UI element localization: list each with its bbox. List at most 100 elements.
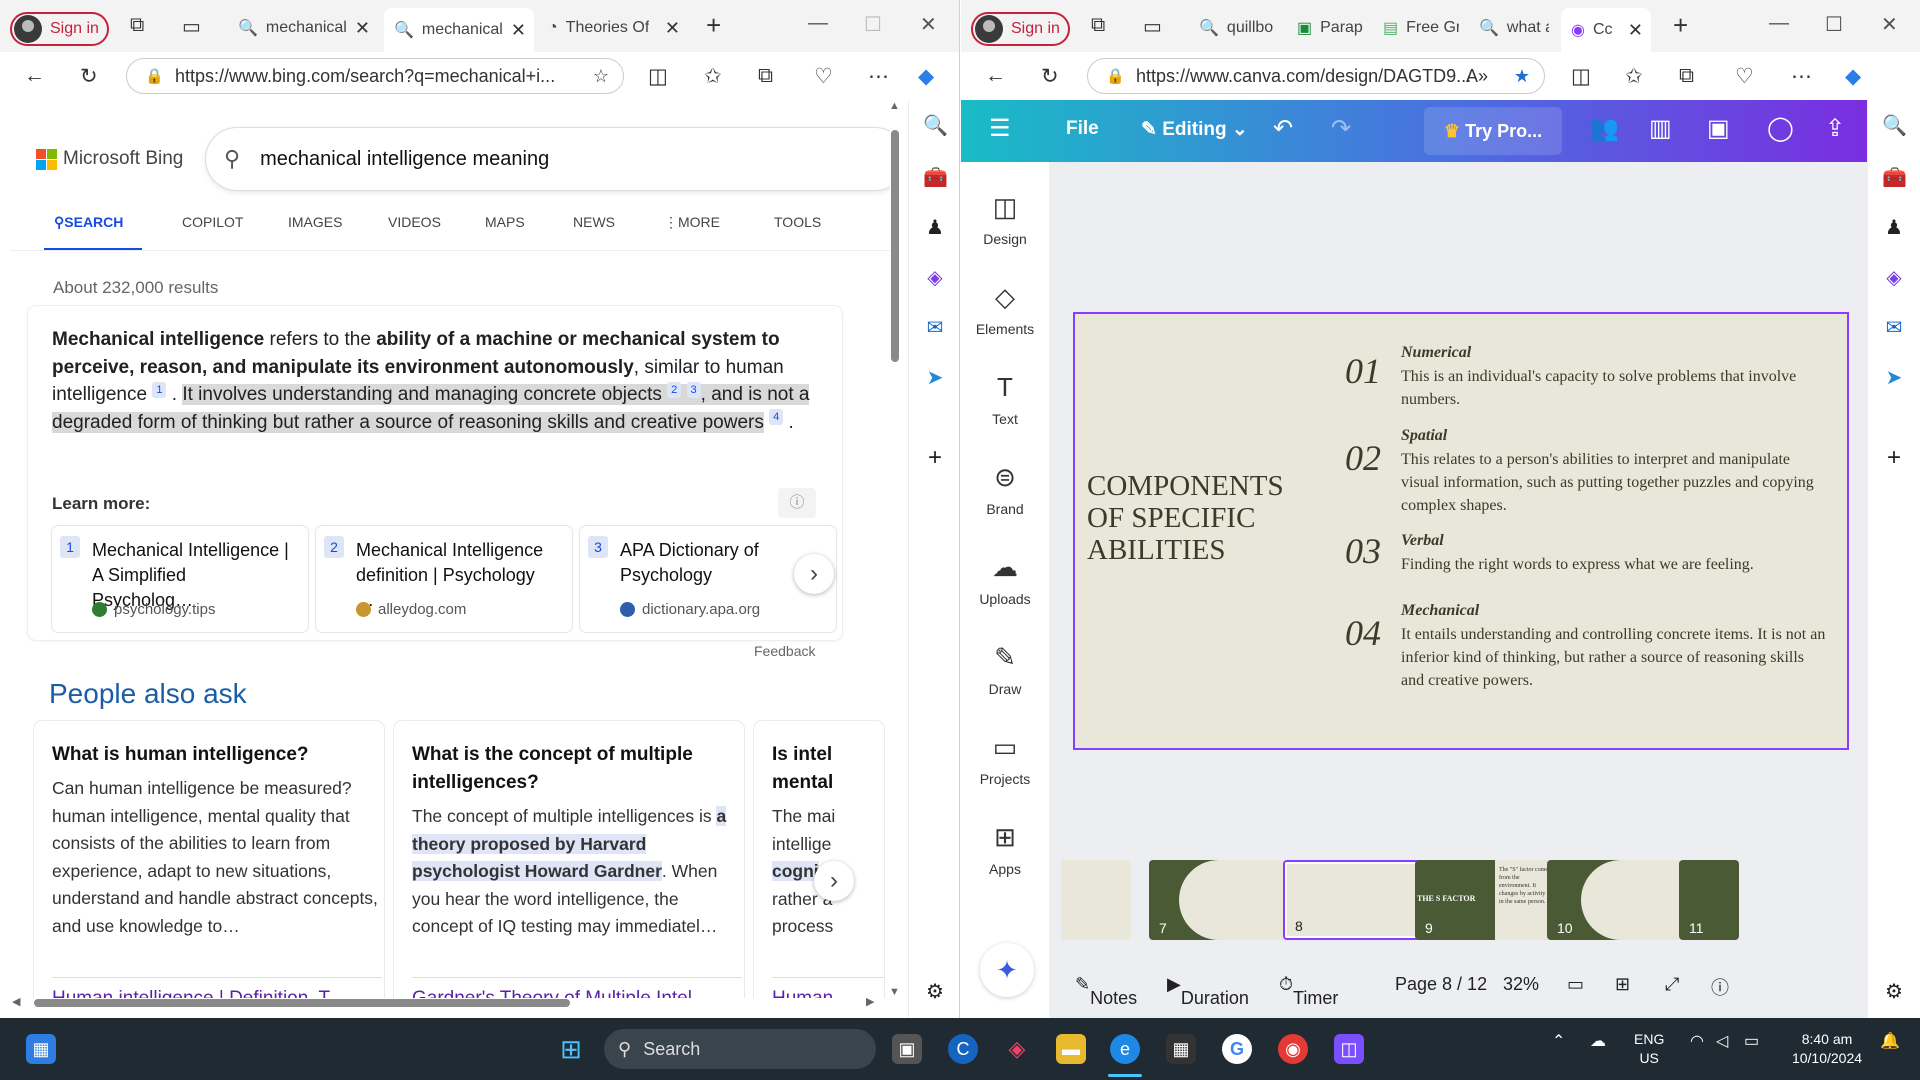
split-screen-icon[interactable]: ◫ — [648, 64, 668, 89]
side-text[interactable]: T Text — [961, 372, 1049, 427]
tab-bing-1[interactable]: 🔍 mechanical ✕ — [228, 10, 378, 46]
undo-icon[interactable]: ↶ — [1273, 114, 1293, 143]
search-icon[interactable]: 🔍 — [923, 114, 948, 138]
split-screen-icon[interactable]: ◫ — [1571, 64, 1591, 89]
microsoft365-icon[interactable]: ◈ — [923, 266, 947, 290]
back-icon[interactable]: ← — [24, 64, 45, 88]
new-tab-icon[interactable]: + — [1673, 10, 1688, 41]
games-icon[interactable]: ♟ — [923, 216, 947, 240]
m365-copilot-icon[interactable]: ◈ — [1002, 1034, 1032, 1064]
minimize-icon[interactable]: — — [808, 12, 828, 35]
try-pro-button[interactable]: ♛ Try Pro... — [1424, 107, 1562, 155]
workspaces-icon[interactable]: ⧉ — [130, 14, 144, 37]
edge-taskbar-icon[interactable]: e — [1110, 1034, 1140, 1064]
task-view-icon[interactable]: ▣ — [892, 1034, 922, 1064]
chrome-icon[interactable]: ◉ — [1278, 1034, 1308, 1064]
tab-paraphrase[interactable]: ▣Paraphr — [1287, 10, 1373, 46]
fullscreen-icon[interactable]: ⤢ — [1665, 974, 1679, 995]
workspaces-icon[interactable]: ⧉ — [1091, 14, 1105, 37]
sign-in-button[interactable]: Sign in — [971, 12, 1070, 46]
volume-icon[interactable]: ◁ — [1716, 1032, 1728, 1051]
timer-button[interactable]: ⏱ Timer — [1279, 974, 1338, 1008]
comment-icon[interactable]: ◯ — [1767, 114, 1794, 143]
tab-free-grammar[interactable]: ▤ Free Gr — [1373, 10, 1469, 46]
page-view-icon[interactable]: ▭ — [1567, 974, 1584, 995]
nav-search[interactable]: ⚲ SEARCH — [54, 214, 123, 231]
tab-actions-icon[interactable]: ▭ — [1143, 14, 1162, 39]
notification-bell-icon[interactable]: 🔔 — [1880, 1032, 1900, 1051]
source-card[interactable]: 1 Mechanical Intelligence | A Simplified … — [52, 526, 308, 632]
maximize-icon[interactable]: ☐ — [1825, 12, 1843, 37]
outlook-icon[interactable]: ✉ — [1882, 316, 1906, 340]
minimize-icon[interactable]: — — [1769, 12, 1789, 35]
citation[interactable]: 4 — [769, 409, 784, 426]
microsoft365-icon[interactable]: ◈ — [1882, 266, 1906, 290]
taskbar-search[interactable]: ⚲ Search — [604, 1029, 876, 1069]
sign-in-button[interactable]: Sign in — [10, 12, 109, 46]
tab-theories[interactable]: ◔ Theories Of ✕ — [538, 10, 688, 46]
more-icon[interactable]: ⋯ — [1791, 64, 1812, 89]
side-elements[interactable]: ◇ Elements — [961, 282, 1049, 337]
close-icon[interactable]: ✕ — [355, 18, 370, 39]
search-box[interactable]: ⚲ mechanical intelligence meaning — [206, 128, 890, 190]
favorite-star-icon[interactable]: ☆ — [593, 66, 609, 87]
settings-gear-icon[interactable]: ⚙ — [1882, 980, 1906, 1004]
close-icon[interactable]: ✕ — [1628, 20, 1643, 41]
page-thumbnail-current[interactable]: 8 — [1283, 860, 1423, 940]
chevron-right-icon[interactable]: › — [814, 861, 854, 901]
present-icon[interactable]: ▣ — [1707, 114, 1730, 143]
close-icon[interactable]: ✕ — [511, 20, 526, 41]
outlook-icon[interactable]: ✉ — [923, 316, 947, 340]
collections-icon[interactable]: ⧉ — [1679, 64, 1694, 88]
copilot-icon[interactable]: ◆ — [1845, 64, 1861, 89]
more-icon[interactable]: ⋯ — [868, 64, 889, 89]
google-icon[interactable]: G — [1222, 1034, 1252, 1064]
share-people-icon[interactable]: 👥 — [1589, 114, 1619, 143]
side-apps[interactable]: ⊞ Apps — [961, 822, 1049, 877]
back-icon[interactable]: ← — [985, 64, 1006, 88]
chevron-right-icon[interactable]: › — [794, 554, 834, 594]
vertical-scrollbar[interactable]: ▲ ▼ — [888, 100, 902, 998]
help-icon[interactable]: ⓘ — [1711, 974, 1729, 1000]
nav-copilot[interactable]: COPILOT — [182, 214, 243, 230]
slide-title[interactable]: COMPONENTS OF SPECIFIC ABILITIES — [1087, 470, 1287, 566]
file-menu[interactable]: File — [1066, 118, 1099, 140]
clock[interactable]: 8:40 am 10/10/2024 — [1786, 1030, 1868, 1068]
insights-chart-icon[interactable]: ▥ — [1649, 114, 1672, 143]
citation[interactable]: 1 — [152, 381, 167, 398]
close-icon[interactable]: ✕ — [665, 18, 680, 39]
page-indicator[interactable]: Page 8 / 12 — [1395, 974, 1487, 995]
notes-button[interactable]: ✎ Notes — [1075, 974, 1137, 1008]
tab-quillbot[interactable]: 🔍 quillbo — [1189, 10, 1287, 46]
side-design[interactable]: ◫ Design — [961, 192, 1049, 247]
magic-sparkle-icon[interactable]: ✦ — [980, 943, 1034, 997]
side-draw[interactable]: ✎ Draw — [961, 642, 1049, 697]
onedrive-icon[interactable]: ☁ — [1590, 1032, 1606, 1051]
new-tab-icon[interactable]: + — [706, 10, 721, 41]
duration-button[interactable]: ▶ Duration — [1167, 974, 1249, 1008]
paa-card[interactable]: What is the concept of multiple intellig… — [394, 721, 744, 998]
side-projects[interactable]: ▭ Projects — [961, 732, 1049, 787]
side-uploads[interactable]: ☁ Uploads — [961, 552, 1049, 607]
tab-what-are[interactable]: 🔍what ar — [1469, 10, 1559, 46]
games-icon[interactable]: ♟ — [1882, 216, 1906, 240]
nav-tools[interactable]: TOOLS — [774, 214, 821, 230]
windows-start-icon[interactable]: ⊞ — [556, 1034, 586, 1064]
editing-mode-button[interactable]: ✎ Editing ⌄ — [1141, 118, 1248, 141]
zoom-level[interactable]: 32% — [1503, 974, 1539, 995]
address-bar[interactable]: 🔒 https://www.canva.com/design/DAGTD9... A… — [1087, 58, 1545, 94]
toolbox-icon[interactable]: 🧰 — [1882, 166, 1907, 190]
battery-icon[interactable]: ▭ — [1744, 1032, 1759, 1051]
copilot-app-icon[interactable]: C — [948, 1034, 978, 1064]
upload-share-icon[interactable]: ⇪ — [1825, 114, 1845, 143]
side-brand[interactable]: ⊜ Brand — [961, 462, 1049, 517]
refresh-icon[interactable]: ↻ — [1041, 64, 1059, 89]
send-icon[interactable]: ➤ — [923, 366, 947, 390]
nav-news[interactable]: NEWS — [573, 214, 615, 230]
show-hidden-icons-icon[interactable]: ⌃ — [1552, 1032, 1565, 1051]
paa-card[interactable]: Is intel mental The mai intellige cogni … — [754, 721, 884, 998]
refresh-icon[interactable]: ↻ — [80, 64, 98, 89]
paa-card[interactable]: What is human intelligence? Can human in… — [34, 721, 384, 998]
search-query[interactable]: mechanical intelligence meaning — [260, 148, 549, 171]
feedback-link[interactable]: Feedback — [754, 643, 815, 659]
